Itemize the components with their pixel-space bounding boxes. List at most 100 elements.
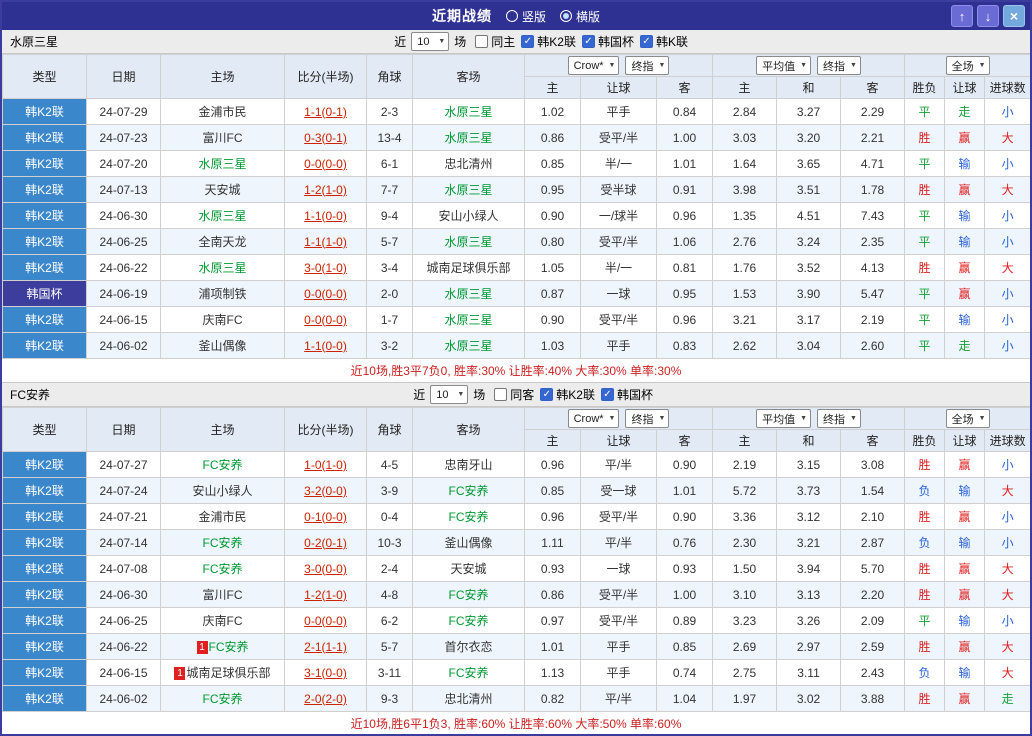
result-wdl-cell: 平 <box>904 98 946 125</box>
home-team-cell[interactable]: 釜山偶像 <box>160 332 285 359</box>
league-filter-checkbox[interactable]: ✓ 韩国杯 <box>581 33 634 50</box>
average-select[interactable]: 平均值 ▼ <box>756 56 812 75</box>
date-cell: 24-07-08 <box>86 555 161 582</box>
away-team-cell[interactable]: 水原三星 <box>412 176 525 203</box>
league-filter-checkbox[interactable]: ✓ 韩K2联 <box>540 386 595 403</box>
score-cell[interactable]: 0-0(0-0) <box>284 306 367 333</box>
score-cell[interactable]: 3-1(0-0) <box>284 659 367 686</box>
league-cell: 韩K2联 <box>2 228 87 255</box>
score-cell[interactable]: 2-0(2-0) <box>284 685 367 712</box>
final-index-select[interactable]: 终指 ▼ <box>817 409 861 428</box>
score-cell[interactable]: 3-0(0-0) <box>284 555 367 582</box>
home-team-cell[interactable]: 安山小绿人 <box>160 477 285 504</box>
recent-count-select[interactable]: 10 ▼ <box>430 385 469 404</box>
league-filter-checkbox[interactable]: ✓ 韩K联 <box>639 33 688 50</box>
scope-select[interactable]: 全场 ▼ <box>945 56 990 75</box>
away-team-cell[interactable]: FC安养 <box>412 477 525 504</box>
recent-count-select[interactable]: 10 ▼ <box>411 32 450 51</box>
select-value: 全场 <box>951 60 974 73</box>
score-cell[interactable]: 1-1(1-0) <box>284 228 367 255</box>
away-team-cell[interactable]: 忠北清州 <box>412 685 525 712</box>
home-team-name: FC安养 <box>208 640 249 654</box>
home-team-cell[interactable]: FC安养 <box>160 555 285 582</box>
home-team-cell[interactable]: 浦项制铁 <box>160 280 285 307</box>
away-team-cell[interactable]: 天安城 <box>412 555 525 582</box>
score-cell[interactable]: 1-2(1-0) <box>284 176 367 203</box>
score-cell[interactable]: 1-2(1-0) <box>284 581 367 608</box>
home-team-name: 天安城 <box>204 183 241 197</box>
home-team-cell[interactable]: 水原三星 <box>160 150 285 177</box>
ah-away-odds: 0.90 <box>655 503 714 530</box>
score-cell[interactable]: 0-0(0-0) <box>284 607 367 634</box>
final-index-select[interactable]: 终指 ▼ <box>817 56 861 75</box>
home-team-cell[interactable]: 富川FC <box>160 124 285 151</box>
home-team-cell[interactable]: 庆南FC <box>160 607 285 634</box>
away-team-cell[interactable]: FC安养 <box>412 607 525 634</box>
away-team-cell[interactable]: 首尔衣恋 <box>412 633 525 660</box>
score-cell[interactable]: 1-0(1-0) <box>284 451 367 478</box>
score-cell[interactable]: 0-2(0-1) <box>284 529 367 556</box>
away-team-cell[interactable]: FC安养 <box>412 659 525 686</box>
same-venue-checkbox[interactable]: 同客 <box>494 386 534 403</box>
score-cell[interactable]: 0-0(0-0) <box>284 150 367 177</box>
result-handicap-cell: 赢 <box>944 633 986 660</box>
home-team-cell[interactable]: 富川FC <box>160 581 285 608</box>
home-team-cell[interactable]: 水原三星 <box>160 202 285 229</box>
away-team-cell[interactable]: FC安养 <box>412 581 525 608</box>
radio-vertical-layout[interactable]: 竖版 <box>505 8 546 25</box>
near-label: 近 <box>394 35 407 49</box>
away-team-cell[interactable]: FC安养 <box>412 503 525 530</box>
bookmaker-select[interactable]: Crow* ▼ <box>567 56 620 75</box>
score-cell[interactable]: 1-1(0-0) <box>284 202 367 229</box>
score-cell[interactable]: 2-1(1-1) <box>284 633 367 660</box>
home-team-cell[interactable]: 金浦市民 <box>160 98 285 125</box>
col-date: 日期 <box>86 407 161 452</box>
away-team-cell[interactable]: 釜山偶像 <box>412 529 525 556</box>
score-cell[interactable]: 3-0(1-0) <box>284 254 367 281</box>
score-cell[interactable]: 3-2(0-0) <box>284 477 367 504</box>
score-cell[interactable]: 1-1(0-1) <box>284 98 367 125</box>
matches-table: 类型 日期 主场 比分(半场) 角球 客场 Crow* ▼ 终指 ▼ 平均值 ▼… <box>2 54 1030 359</box>
away-team-cell[interactable]: 忠南牙山 <box>412 451 525 478</box>
away-team-cell[interactable]: 安山小绿人 <box>412 202 525 229</box>
score-cell[interactable]: 0-1(0-0) <box>284 503 367 530</box>
average-select[interactable]: 平均值 ▼ <box>756 409 812 428</box>
scroll-up-button[interactable]: ↑ <box>951 5 973 27</box>
home-team-name: 浦项制铁 <box>198 287 247 301</box>
same-venue-checkbox[interactable]: 同主 <box>475 33 515 50</box>
match-row: 韩国杯 24-06-19 浦项制铁 0-0(0-0) 2-0 水原三星 0.87 一球 0.95… <box>2 280 1030 307</box>
final-index-select[interactable]: 终指 ▼ <box>625 409 670 428</box>
scroll-down-button[interactable]: ↓ <box>977 5 999 27</box>
home-team-cell[interactable]: FC安养 <box>160 451 285 478</box>
result-handicap-cell: 赢 <box>944 555 986 582</box>
close-button[interactable]: × <box>1003 5 1025 27</box>
away-team-cell[interactable]: 水原三星 <box>412 332 525 359</box>
away-team-cell[interactable]: 水原三星 <box>412 228 525 255</box>
away-team-cell[interactable]: 水原三星 <box>412 280 525 307</box>
away-team-cell[interactable]: 水原三星 <box>412 124 525 151</box>
league-filter-checkbox[interactable]: ✓ 韩国杯 <box>600 386 653 403</box>
home-team-cell[interactable]: 全南天龙 <box>160 228 285 255</box>
bookmaker-select[interactable]: Crow* ▼ <box>567 409 620 428</box>
score-cell[interactable]: 1-1(0-0) <box>284 332 367 359</box>
away-team-cell[interactable]: 城南足球俱乐部 <box>412 254 525 281</box>
radio-horizontal-layout[interactable]: 横版 <box>560 8 600 25</box>
home-team-cell[interactable]: 水原三星 <box>160 254 285 281</box>
score-cell[interactable]: 0-0(0-0) <box>284 280 367 307</box>
home-team-cell[interactable]: 庆南FC <box>160 306 285 333</box>
away-team-cell[interactable]: 忠北清州 <box>412 150 525 177</box>
home-team-cell[interactable]: FC安养 <box>160 529 285 556</box>
home-team-name: 釜山偶像 <box>198 339 247 353</box>
score-cell[interactable]: 0-3(0-1) <box>284 124 367 151</box>
home-team-cell[interactable]: 金浦市民 <box>160 503 285 530</box>
away-team-cell[interactable]: 水原三星 <box>412 98 525 125</box>
home-team-cell[interactable]: 1 城南足球俱乐部 <box>160 659 285 686</box>
result-goals-cell: 小 <box>984 332 1030 359</box>
scope-select[interactable]: 全场 ▼ <box>945 409 990 428</box>
league-filter-checkbox[interactable]: ✓ 韩K2联 <box>521 33 576 50</box>
home-team-cell[interactable]: 1 FC安养 <box>160 633 285 660</box>
home-team-cell[interactable]: FC安养 <box>160 685 285 712</box>
final-index-select[interactable]: 终指 ▼ <box>625 56 670 75</box>
away-team-cell[interactable]: 水原三星 <box>412 306 525 333</box>
home-team-cell[interactable]: 天安城 <box>160 176 285 203</box>
